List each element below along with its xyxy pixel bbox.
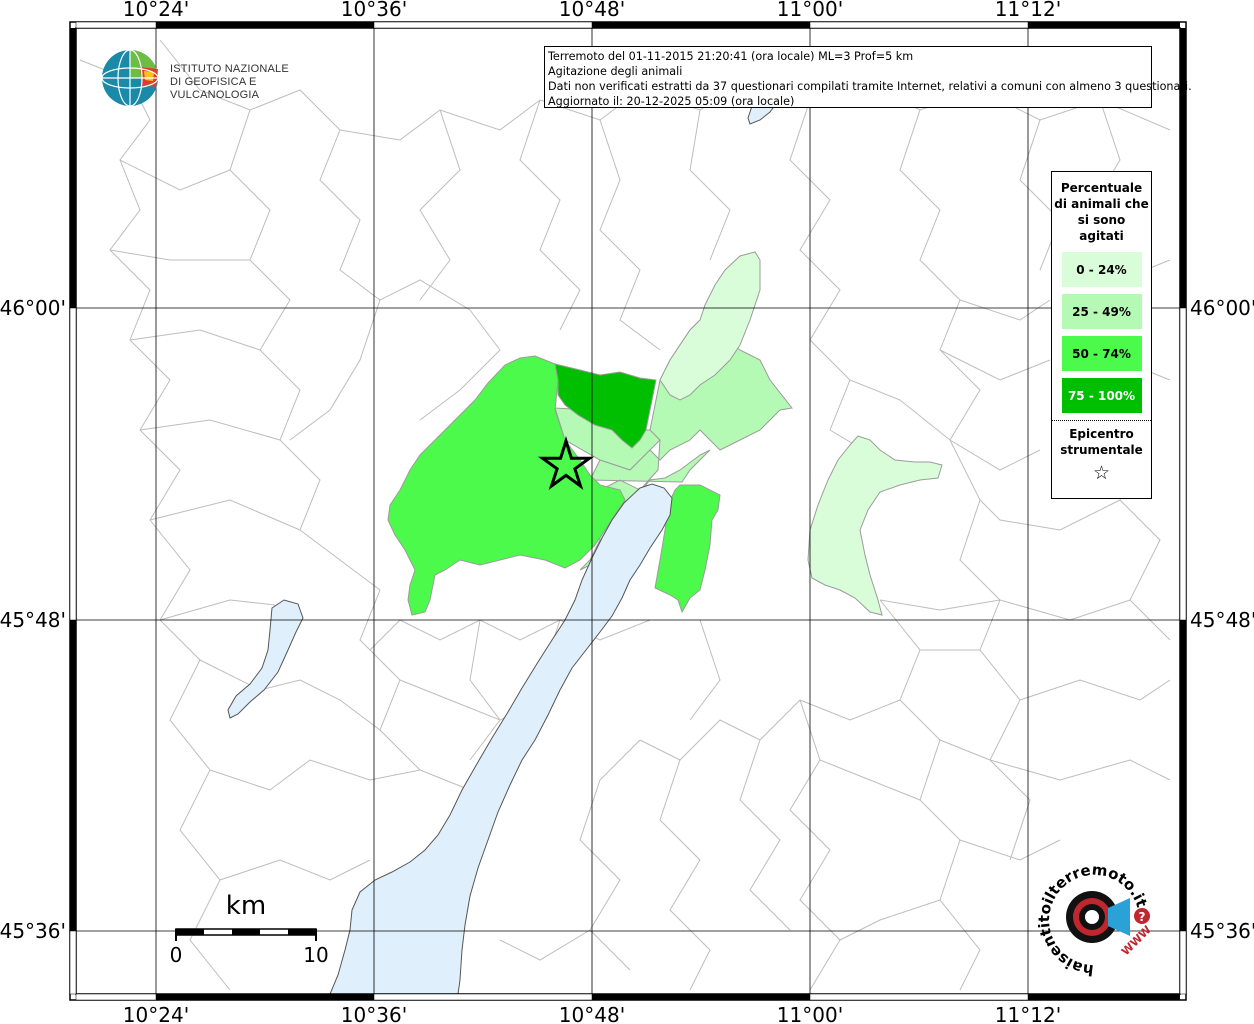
legend-item: 25 - 49%	[1061, 294, 1142, 329]
ingv-globe-icon	[101, 49, 159, 107]
legend-item: 75 - 100%	[1061, 378, 1142, 413]
legend-epicenter-label: Epicentro strumentale	[1060, 427, 1143, 457]
lon-tick-label: 10°36'	[341, 1003, 407, 1024]
lat-tick-label: 46°00'	[1190, 296, 1254, 320]
scale-end: 10	[303, 943, 328, 967]
lat-tick-label: 45°36'	[0, 919, 66, 943]
lat-tick-label: 45°48'	[1190, 608, 1254, 632]
lon-ticks-bottom: 10°24' 10°36' 10°48' 11°00' 11°12'	[123, 1003, 1061, 1024]
question-mark: ?	[1139, 910, 1146, 924]
scale-start: 0	[170, 943, 183, 967]
event-info-box: Terremoto del 01-11-2015 21:20:41 (ora l…	[544, 46, 1192, 108]
event-updated: Aggiornato il: 20-12-2025 05:09 (ora loc…	[548, 95, 795, 108]
lon-ticks-top: 10°24' 10°36' 10°48' 11°00' 11°12'	[123, 0, 1061, 21]
lon-tick-label: 11°00'	[777, 1003, 843, 1024]
lat-tick-label: 45°36'	[1190, 919, 1254, 943]
legend-items: 0 - 24% 25 - 49% 50 - 74% 75 - 100%	[1052, 252, 1151, 413]
lat-ticks-left: 46°00' 45°48' 45°36'	[0, 296, 66, 943]
legend-item: 50 - 74%	[1061, 336, 1142, 371]
lat-tick-label: 46°00'	[0, 296, 66, 320]
legend-item: 0 - 24%	[1061, 252, 1142, 287]
epicenter-star-icon: ☆	[1092, 462, 1111, 484]
hst-target-center	[1085, 910, 1099, 924]
event-subtitle: Agitazione degli animali	[548, 65, 683, 78]
lat-tick-label: 45°48'	[0, 608, 66, 632]
lon-tick-label: 10°48'	[559, 0, 625, 21]
ingv-name: ISTITUTO NAZIONALE DI GEOFISICA E VULCAN…	[170, 63, 315, 102]
lon-tick-label: 10°36'	[341, 0, 407, 21]
lon-tick-label: 10°24'	[123, 0, 189, 21]
lon-tick-label: 10°24'	[123, 1003, 189, 1024]
legend-title: Percentuale di animali che si sono agita…	[1054, 181, 1149, 243]
legend: Percentuale di animali che si sono agita…	[1051, 171, 1152, 499]
scale-unit: km	[226, 891, 266, 921]
lat-ticks-right: 46°00' 45°48' 45°36'	[1190, 296, 1254, 943]
hst-logo: haisentitoilterremoto.it ? WWW	[1035, 860, 1154, 979]
event-title: Terremoto del 01-11-2015 21:20:41 (ora l…	[548, 50, 914, 63]
lon-tick-label: 11°12'	[995, 0, 1061, 21]
event-description: Dati non verificati estratti da 37 quest…	[548, 80, 1192, 93]
ingv-name-line1: ISTITUTO NAZIONALE	[170, 63, 289, 75]
lon-tick-label: 11°00'	[777, 0, 843, 21]
legend-divider	[1052, 420, 1151, 421]
ingv-name-line2: DI GEOFISICA E VULCANOLOGIA	[170, 76, 260, 101]
ingv-logo: ISTITUTO NAZIONALE DI GEOFISICA E VULCAN…	[100, 47, 315, 109]
lon-tick-label: 10°48'	[559, 1003, 625, 1024]
lon-tick-label: 11°12'	[995, 1003, 1061, 1024]
